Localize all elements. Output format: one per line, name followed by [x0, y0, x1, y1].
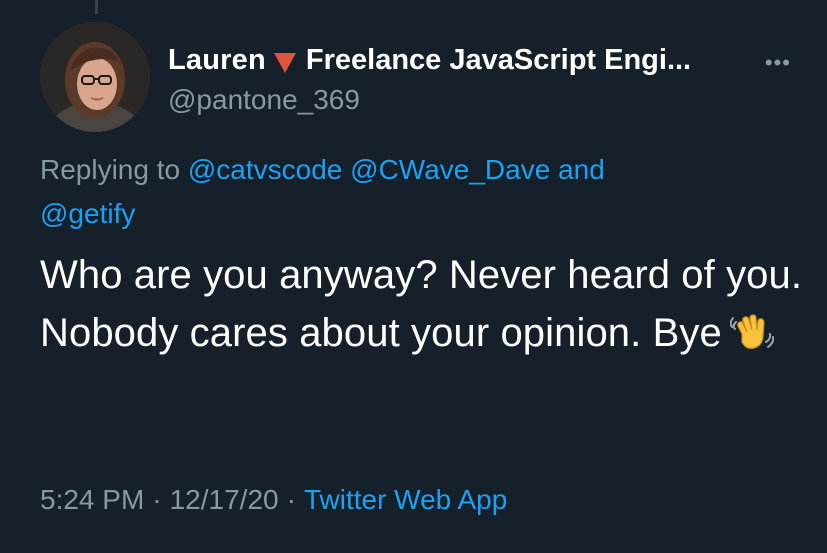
- author-name-row[interactable]: Lauren Freelance JavaScript Engi...: [168, 40, 787, 80]
- thread-connector-line: [95, 0, 98, 14]
- tweet-text: Who are you anyway? Never heard of you. …: [40, 253, 803, 355]
- mention-conjunction[interactable]: and: [558, 154, 605, 185]
- waving-hand-icon: [729, 310, 774, 368]
- avatar[interactable]: [40, 22, 150, 132]
- tweet-source-link[interactable]: Twitter Web App: [304, 484, 507, 515]
- author-display-name[interactable]: Lauren: [168, 44, 266, 77]
- avatar-image: [40, 22, 150, 132]
- author-handle[interactable]: @pantone_369: [168, 84, 787, 116]
- mention-link[interactable]: @catvscode: [188, 154, 343, 185]
- tweet-body: Who are you anyway? Never heard of you. …: [40, 246, 810, 368]
- mention-link[interactable]: @getify: [40, 198, 135, 229]
- replying-to: Replying to @catvscode @CWave_Dave and @…: [40, 148, 740, 236]
- meta-separator: ·: [286, 484, 296, 515]
- tweet-header: Lauren Freelance JavaScript Engi... @pan…: [168, 40, 790, 116]
- mention-link[interactable]: @CWave_Dave: [350, 154, 550, 185]
- red-triangle-icon: [273, 53, 296, 73]
- tweet-time[interactable]: 5:24 PM: [40, 484, 144, 515]
- replying-prefix: Replying to: [40, 154, 181, 185]
- more-horizontal-icon[interactable]: •••: [765, 50, 791, 76]
- tweet-meta: 5:24 PM · 12/17/20 · Twitter Web App: [40, 484, 507, 516]
- author-name-suffix[interactable]: Freelance JavaScript Engi...: [306, 44, 691, 77]
- meta-separator: ·: [152, 484, 162, 515]
- tweet-date[interactable]: 12/17/20: [170, 484, 279, 515]
